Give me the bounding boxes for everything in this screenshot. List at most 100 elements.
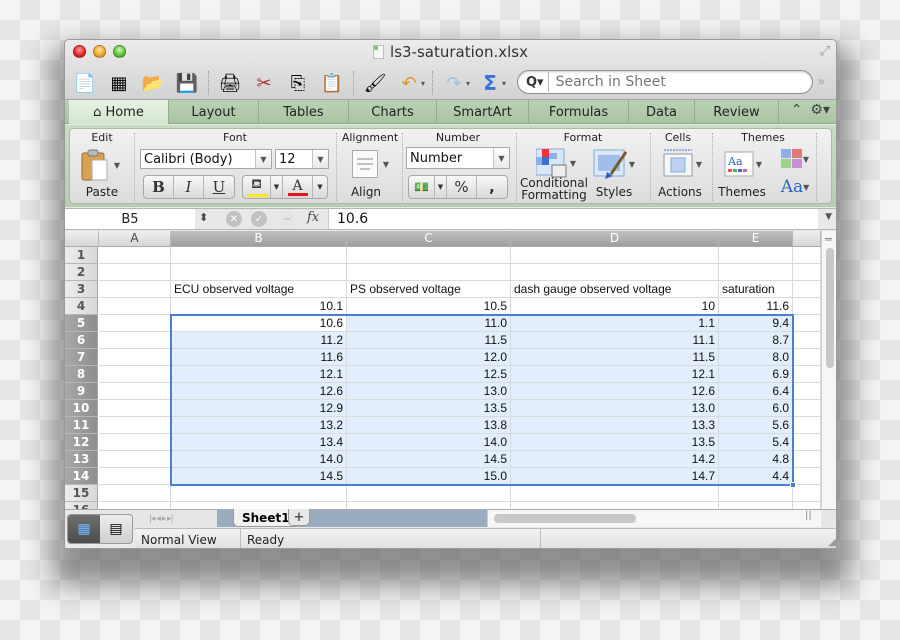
undo-caret-icon[interactable]: ▾ — [421, 79, 425, 88]
highlight-button[interactable]: ⛾ — [243, 176, 271, 198]
cell-f10[interactable] — [793, 400, 821, 417]
search-field[interactable]: Q▾ — [517, 70, 813, 94]
tab-layout[interactable]: Layout — [169, 100, 259, 124]
cell-a16[interactable] — [99, 502, 171, 509]
insert-function-button[interactable]: fx — [307, 210, 319, 225]
row-header-10[interactable]: 10 — [65, 400, 98, 417]
styles-caret-icon[interactable]: ▼ — [629, 160, 635, 169]
conditional-formatting-caret-icon[interactable]: ▼ — [570, 159, 576, 168]
cell-c6[interactable]: 11.5 — [347, 332, 511, 349]
tab-charts[interactable]: Charts — [349, 100, 437, 124]
italic-button[interactable]: I — [174, 176, 204, 198]
font-size-select[interactable]: 12 ▼ — [275, 149, 329, 169]
theme-colors-caret-icon[interactable]: ▼ — [803, 155, 809, 164]
column-header-a[interactable]: A — [99, 231, 171, 247]
row-header-3[interactable]: 3 — [65, 281, 98, 298]
confirm-icon[interactable]: ✓ — [251, 211, 267, 227]
save-icon[interactable]: 💾 — [171, 69, 203, 97]
cell-f3[interactable] — [793, 281, 821, 298]
cell-b7[interactable]: 11.6 — [171, 349, 347, 366]
column-header-e[interactable]: E — [719, 231, 793, 247]
cell-f14[interactable] — [793, 468, 821, 485]
cell-c9[interactable]: 13.0 — [347, 383, 511, 400]
cell-d15[interactable] — [511, 485, 719, 502]
cell-a4[interactable] — [99, 298, 171, 315]
cell-b6[interactable]: 11.2 — [171, 332, 347, 349]
column-header-f[interactable] — [793, 231, 821, 247]
format-painter-icon[interactable]: 🖌 — [359, 69, 391, 97]
add-sheet-button[interactable]: + — [288, 509, 310, 526]
row-header-16[interactable]: 16 — [65, 502, 98, 509]
chevron-down-icon[interactable]: ▼ — [255, 150, 271, 168]
cell-c8[interactable]: 12.5 — [347, 366, 511, 383]
cell-c15[interactable] — [347, 485, 511, 502]
redo-caret-icon[interactable]: ▾ — [466, 79, 470, 88]
cell-d1[interactable] — [511, 247, 719, 264]
cell-e16[interactable] — [719, 502, 793, 509]
cell-b15[interactable] — [171, 485, 347, 502]
cell-a5[interactable] — [99, 315, 171, 332]
cell-d4[interactable]: 10 — [511, 298, 719, 315]
themes-caret-icon[interactable]: ▼ — [756, 160, 762, 169]
cell-a2[interactable] — [99, 264, 171, 281]
row-header-6[interactable]: 6 — [65, 332, 98, 349]
cell-a15[interactable] — [99, 485, 171, 502]
function-picker-icon[interactable]: − — [279, 211, 295, 227]
paste-button[interactable]: ▼ — [80, 147, 120, 183]
chevron-down-icon[interactable]: ▼ — [312, 150, 328, 168]
fullscreen-icon[interactable]: ⤢ — [820, 44, 830, 59]
cell-a3[interactable] — [99, 281, 171, 298]
split-handle-icon[interactable]: ═ — [825, 233, 832, 246]
cell-e5[interactable]: 9.4 — [719, 315, 793, 332]
sheet-navigation[interactable]: |◂ ◂ ▸ ▸| — [145, 511, 217, 526]
cell-a12[interactable] — [99, 434, 171, 451]
paste-caret-icon[interactable]: ▼ — [114, 161, 120, 170]
row-header-14[interactable]: 14 — [65, 468, 98, 485]
cell-e8[interactable]: 6.9 — [719, 366, 793, 383]
cell-d8[interactable]: 12.1 — [511, 366, 719, 383]
select-all-corner[interactable] — [65, 231, 99, 247]
cell-d7[interactable]: 11.5 — [511, 349, 719, 366]
cell-a7[interactable] — [99, 349, 171, 366]
cell-b9[interactable]: 12.6 — [171, 383, 347, 400]
cell-c7[interactable]: 12.0 — [347, 349, 511, 366]
tab-tables[interactable]: Tables — [259, 100, 349, 124]
cell-f9[interactable] — [793, 383, 821, 400]
tab-data[interactable]: Data — [629, 100, 695, 124]
cell-a8[interactable] — [99, 366, 171, 383]
copy-icon[interactable]: ⎘ — [282, 69, 314, 97]
underline-button[interactable]: U — [204, 176, 234, 198]
font-color-button[interactable]: A — [283, 176, 313, 198]
cell-b1[interactable] — [171, 247, 347, 264]
column-header-b[interactable]: B — [171, 231, 347, 247]
cell-f13[interactable] — [793, 451, 821, 468]
cell-d10[interactable]: 13.0 — [511, 400, 719, 417]
cell-e3[interactable]: saturation — [719, 281, 793, 298]
cell-e2[interactable] — [719, 264, 793, 281]
tab-home[interactable]: ⌂ Home — [69, 100, 169, 124]
paste-icon[interactable]: 📋 — [316, 69, 348, 97]
cell-b13[interactable]: 14.0 — [171, 451, 347, 468]
cell-c3[interactable]: PS observed voltage — [347, 281, 511, 298]
currency-button[interactable]: 💵 — [409, 176, 435, 198]
cell-f6[interactable] — [793, 332, 821, 349]
cell-f7[interactable] — [793, 349, 821, 366]
cell-c12[interactable]: 14.0 — [347, 434, 511, 451]
row-header-11[interactable]: 11 — [65, 417, 98, 434]
cell-b14[interactable]: 14.5 — [171, 468, 347, 485]
cell-d12[interactable]: 13.5 — [511, 434, 719, 451]
cell-b12[interactable]: 13.4 — [171, 434, 347, 451]
row-header-12[interactable]: 12 — [65, 434, 98, 451]
column-header-d[interactable]: D — [511, 231, 719, 247]
cell-c5[interactable]: 11.0 — [347, 315, 511, 332]
name-box-stepper-icon[interactable]: ⬍ — [199, 211, 208, 224]
cell-f5[interactable] — [793, 315, 821, 332]
cell-d9[interactable]: 12.6 — [511, 383, 719, 400]
gear-icon[interactable]: ⚙▾ — [810, 102, 830, 118]
cell-b3[interactable]: ECU observed voltage — [171, 281, 347, 298]
cell-e12[interactable]: 5.4 — [719, 434, 793, 451]
search-input[interactable] — [547, 72, 788, 92]
cell-c10[interactable]: 13.5 — [347, 400, 511, 417]
cell-b8[interactable]: 12.1 — [171, 366, 347, 383]
print-icon[interactable]: 🖨 — [214, 69, 246, 97]
